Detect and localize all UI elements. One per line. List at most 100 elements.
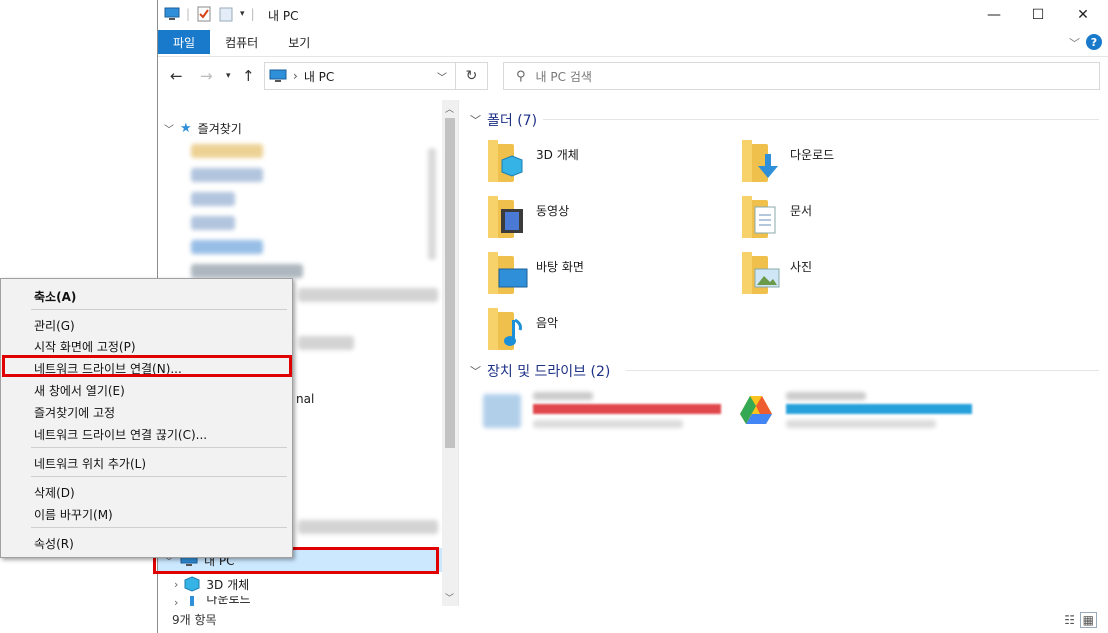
blurred-pinned-item[interactable]: [191, 240, 263, 254]
chevron-right-icon[interactable]: ›: [174, 578, 178, 591]
nav-item-label: 3D 개체: [206, 577, 250, 592]
nav-item-downloads[interactable]: › 다운로드: [174, 596, 251, 606]
tab-computer[interactable]: 컴퓨터: [210, 30, 273, 54]
folders-group-header[interactable]: ﹀ 폴더 (7): [470, 110, 537, 130]
chevron-down-icon[interactable]: ﹀: [164, 121, 174, 136]
computer-icon[interactable]: [164, 6, 180, 22]
large-icons-view-icon[interactable]: ▦: [1079, 611, 1097, 628]
blurred-pinned-item[interactable]: [191, 144, 263, 158]
address-bar[interactable]: › 내 PC ﹀: [264, 62, 456, 90]
nav-item-label: 즐겨찾기: [197, 121, 242, 136]
up-arrow-icon[interactable]: ↑: [242, 67, 255, 85]
document-icon: [754, 206, 776, 234]
close-button[interactable]: ✕: [1060, 0, 1106, 30]
drives-group-header[interactable]: ﹀ 장치 및 드라이브 (2): [470, 361, 610, 381]
download-arrow-icon: [758, 154, 778, 178]
chevron-down-icon[interactable]: ﹀: [470, 112, 481, 128]
cube-3d-icon: [184, 576, 200, 592]
drive-usage-bar: [786, 404, 972, 414]
folder-item-downloads[interactable]: 다운로드: [742, 140, 834, 184]
details-view-icon[interactable]: ☷: [1064, 613, 1075, 627]
folder-item-pictures[interactable]: 사진: [742, 252, 812, 296]
search-icon: ⚲: [516, 68, 526, 84]
blurred-drive-space: [533, 420, 683, 428]
search-input[interactable]: ⚲ 내 PC 검색: [503, 62, 1100, 90]
address-dropdown-icon[interactable]: ﹀: [437, 69, 447, 84]
blurred-pinned-item[interactable]: [191, 168, 263, 182]
blurred-pinned-item[interactable]: [191, 192, 235, 206]
blurred-pinned-item[interactable]: [298, 336, 354, 350]
recent-locations-icon[interactable]: ▾: [226, 71, 231, 81]
minimize-icon: —: [987, 7, 1001, 23]
folder-icon: [488, 196, 528, 240]
folder-item-documents[interactable]: 문서: [742, 196, 812, 240]
tab-file[interactable]: 파일: [158, 30, 211, 54]
expand-ribbon-icon[interactable]: ﹀: [1069, 35, 1080, 51]
highlight-map-network-drive: [2, 355, 292, 377]
scroll-up-icon[interactable]: ︿: [445, 102, 454, 115]
blurred-pinned-item[interactable]: [298, 520, 438, 534]
close-icon: ✕: [1077, 7, 1089, 23]
folder-item-3d-objects[interactable]: 3D 개체: [488, 140, 579, 184]
nav-item-3d-objects[interactable]: › 3D 개체: [174, 572, 249, 596]
breadcrumb[interactable]: 내 PC: [304, 68, 334, 85]
toolbar-separator: |: [250, 7, 255, 21]
back-arrow-icon[interactable]: ←: [170, 67, 183, 85]
drive-item-google-drive[interactable]: [736, 390, 976, 434]
group-title: 장치 및 드라이브 (2): [487, 364, 611, 380]
drive-icon: [483, 394, 521, 428]
download-arrow-icon: [190, 596, 195, 606]
menu-item-pin-to-start[interactable]: 시작 화면에 고정(P): [34, 338, 136, 355]
nav-item-fragment[interactable]: nal: [296, 387, 314, 411]
menu-separator: [31, 447, 287, 448]
menu-item-rename[interactable]: 이름 바꾸기(M): [34, 506, 113, 523]
folder-item-music[interactable]: 음악: [488, 308, 558, 352]
minimize-button[interactable]: —: [971, 0, 1017, 30]
search-placeholder: 내 PC 검색: [535, 69, 592, 84]
nav-scroll-thumb[interactable]: [445, 118, 455, 448]
customize-toolbar-icon[interactable]: ▾: [240, 9, 245, 19]
menu-item-properties[interactable]: 속성(R): [34, 535, 74, 552]
blurred-drive-space: [786, 420, 936, 428]
menu-separator: [31, 309, 287, 310]
menu-item-add-network-location[interactable]: 네트워크 위치 추가(L): [34, 455, 146, 472]
tab-view[interactable]: 보기: [273, 30, 325, 54]
drive-usage-bar: [533, 404, 721, 414]
google-drive-icon: [740, 396, 772, 424]
menu-item-disconnect-network-drive[interactable]: 네트워크 드라이브 연결 끊기(C)...: [34, 426, 207, 443]
nav-item-quick-access[interactable]: ﹀ ★ 즐겨찾기: [164, 116, 242, 140]
chevron-right-icon[interactable]: ›: [174, 596, 178, 606]
menu-item-delete[interactable]: 삭제(D): [34, 484, 75, 501]
new-folder-icon[interactable]: [218, 6, 234, 22]
folder-icon: [742, 196, 782, 240]
menu-separator: [31, 476, 287, 477]
folder-icon: [488, 252, 528, 296]
music-note-icon: [504, 318, 522, 346]
cube-3d-icon: [501, 155, 523, 177]
picture-icon: [754, 268, 780, 288]
group-divider: [543, 119, 1099, 120]
scroll-down-icon[interactable]: ﹀: [445, 591, 454, 604]
item-count: 9개 항목: [172, 613, 217, 627]
folder-item-desktop[interactable]: 바탕 화면: [488, 252, 584, 296]
pin-icon-column: [428, 148, 436, 260]
forward-arrow-icon[interactable]: →: [200, 67, 213, 85]
pane-divider[interactable]: [458, 100, 459, 606]
maximize-button[interactable]: ☐: [1015, 0, 1061, 30]
menu-item-pin-quick-access[interactable]: 즐겨찾기에 고정: [34, 404, 115, 421]
refresh-icon: ↻: [465, 68, 478, 84]
properties-check-icon[interactable]: [196, 6, 212, 22]
blurred-pinned-item[interactable]: [298, 288, 438, 302]
blurred-pinned-item[interactable]: [191, 216, 235, 230]
menu-item-open-new-window[interactable]: 새 창에서 열기(E): [34, 382, 125, 399]
refresh-button[interactable]: ↻: [456, 62, 488, 90]
chevron-down-icon[interactable]: ﹀: [470, 363, 481, 379]
blurred-drive-name: [533, 392, 593, 400]
menu-item-collapse[interactable]: 축소(A): [34, 288, 76, 305]
drive-item-local[interactable]: [483, 390, 723, 434]
help-icon[interactable]: ?: [1086, 34, 1102, 50]
blurred-pinned-item[interactable]: [191, 264, 303, 278]
menu-item-manage[interactable]: 관리(G): [34, 317, 75, 334]
folder-item-videos[interactable]: 동영상: [488, 196, 569, 240]
menu-separator: [31, 527, 287, 528]
